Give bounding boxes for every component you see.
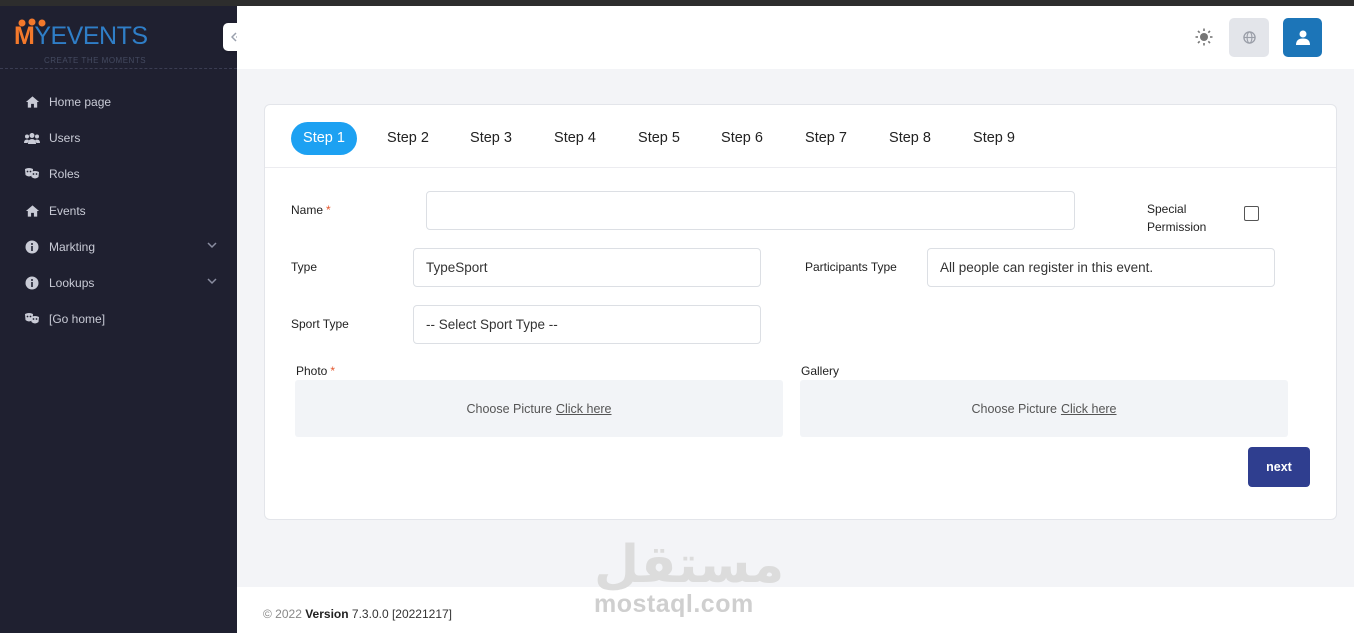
sun-icon [1195, 28, 1213, 46]
home-icon [24, 94, 40, 110]
photo-click-here-link[interactable]: Click here [556, 402, 612, 416]
participants-type-label: Participants Type [805, 260, 897, 274]
gallery-dropzone[interactable]: Choose Picture Click here [800, 380, 1288, 437]
sidebar-item-markting[interactable]: Markting [0, 229, 237, 265]
logo-tagline: CREATE THE MOMENTS [44, 56, 147, 65]
info-icon [24, 239, 40, 255]
name-input[interactable] [426, 191, 1075, 230]
tab-step-9[interactable]: Step 9 [961, 122, 1027, 155]
sidebar-item-roles[interactable]: Roles [0, 156, 237, 192]
user-icon [1295, 30, 1310, 45]
special-permission-label: Special Permission [1147, 202, 1207, 234]
sidebar-item-label: Lookups [49, 276, 95, 291]
choose-picture-text: Choose Picture [971, 401, 1057, 416]
special-permission-checkbox[interactable] [1244, 206, 1259, 221]
watermark-arabic: مستقل [594, 535, 785, 595]
chevron-down-icon [207, 278, 217, 284]
sidebar: MYEVENTS CREATE THE MOMENTS Home page Us… [0, 6, 237, 633]
tab-step-1[interactable]: Step 1 [291, 122, 357, 155]
gallery-label: Gallery [801, 364, 840, 378]
sidebar-item-label: Roles [49, 167, 80, 182]
sidebar-item-events[interactable]: Events [0, 193, 237, 229]
tab-step-3[interactable]: Step 3 [458, 122, 524, 155]
choose-picture-text: Choose Picture [466, 401, 552, 416]
sidebar-item-label: Markting [49, 239, 96, 254]
masks-icon [24, 311, 40, 327]
tab-step-7[interactable]: Step 7 [793, 122, 859, 155]
tab-step-6[interactable]: Step 6 [709, 122, 775, 155]
masks-icon [24, 166, 40, 182]
user-menu-button[interactable] [1283, 18, 1322, 57]
sidebar-divider [0, 68, 237, 69]
language-button[interactable] [1229, 18, 1269, 57]
sport-type-select[interactable]: -- Select Sport Type -- [413, 305, 761, 344]
tab-step-8[interactable]: Step 8 [877, 122, 943, 155]
sidebar-item-label: Users [49, 131, 81, 146]
tab-step-5[interactable]: Step 5 [626, 122, 692, 155]
step-tabs: Step 1 Step 2 Step 3 Step 4 Step 5 Step … [265, 105, 1336, 168]
home-icon [24, 203, 40, 219]
top-header [237, 6, 1354, 69]
globe-icon [1242, 31, 1256, 44]
chevron-down-icon [207, 242, 217, 248]
sidebar-item-home-page[interactable]: Home page [0, 84, 237, 120]
footer: © 2022 Version 7.3.0.0 [20221217] [237, 587, 1354, 633]
users-icon [24, 130, 40, 146]
theme-toggle-button[interactable] [1193, 26, 1215, 48]
app-logo[interactable]: MYEVENTS CREATE THE MOMENTS [14, 18, 174, 68]
sidebar-item-lookups[interactable]: Lookups [0, 265, 237, 301]
tab-step-2[interactable]: Step 2 [375, 122, 441, 155]
type-label: Type [291, 260, 318, 274]
next-button[interactable]: next [1248, 447, 1310, 487]
sport-type-label: Sport Type [291, 317, 349, 331]
participants-type-field[interactable]: All people can register in this event. [927, 248, 1275, 287]
photo-dropzone[interactable]: Choose Picture Click here [295, 380, 783, 437]
type-field[interactable]: TypeSport [413, 248, 761, 287]
photo-label: Photo * [296, 364, 336, 378]
info-icon [24, 275, 40, 291]
sidebar-nav: Home page Users Roles Events Markting Lo… [0, 84, 237, 337]
event-form-card: Step 1 Step 2 Step 3 Step 4 Step 5 Step … [264, 104, 1337, 520]
name-label: Name * [291, 203, 331, 217]
watermark-latin: mostaql.com [594, 590, 754, 618]
sidebar-item-users[interactable]: Users [0, 120, 237, 156]
sidebar-item-label: Events [49, 203, 86, 218]
sidebar-item-label: Home page [49, 95, 112, 110]
gallery-click-here-link[interactable]: Click here [1061, 402, 1117, 416]
footer-version-text: © 2022 Version 7.3.0.0 [20221217] [263, 607, 453, 621]
sidebar-item-go-home[interactable]: [Go home] [0, 301, 237, 337]
tab-step-4[interactable]: Step 4 [542, 122, 608, 155]
sidebar-item-label: [Go home] [49, 312, 106, 327]
logo-wordmark: MYEVENTS [14, 22, 148, 50]
